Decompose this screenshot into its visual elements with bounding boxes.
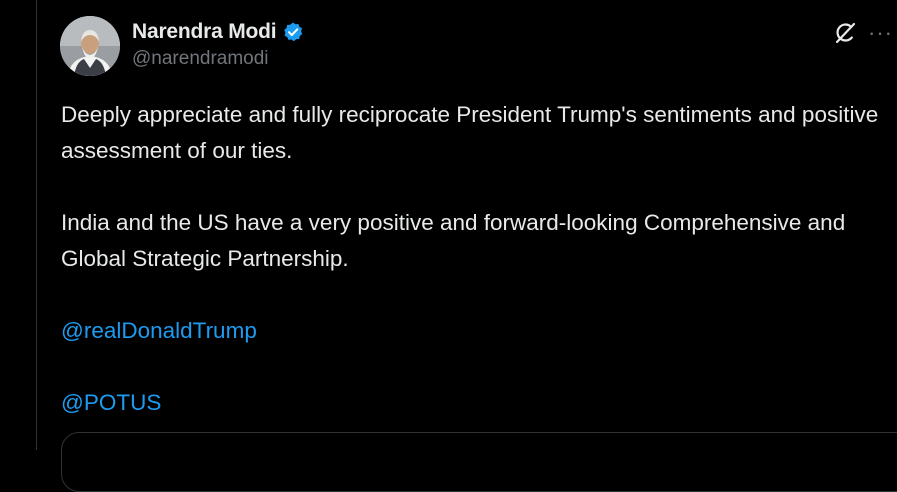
author-handle[interactable]: @narendramodi xyxy=(132,48,269,70)
thread-rail xyxy=(36,0,37,450)
mention-link-realdonaldtrump[interactable]: @realDonaldTrump xyxy=(61,313,257,349)
avatar[interactable] xyxy=(60,16,120,76)
mention-link-potus[interactable]: @POTUS xyxy=(61,385,161,421)
author-name-row[interactable]: Narendra Modi xyxy=(132,18,304,46)
more-dots-icon: ··· xyxy=(868,20,893,45)
grok-button[interactable] xyxy=(830,18,860,48)
quoted-post-card[interactable] xyxy=(61,432,897,492)
tweet-paragraph-1: Deeply appreciate and fully reciprocate … xyxy=(61,102,879,163)
grok-icon xyxy=(835,22,856,44)
author-display-name[interactable]: Narendra Modi xyxy=(132,20,277,44)
more-options-button[interactable]: ··· xyxy=(868,18,897,48)
tweet-paragraph-2: India and the US have a very positive an… xyxy=(61,210,846,271)
tweet-text: Deeply appreciate and fully reciprocate … xyxy=(61,97,881,421)
verified-badge-icon xyxy=(282,21,304,43)
profile-photo-icon xyxy=(60,16,120,76)
